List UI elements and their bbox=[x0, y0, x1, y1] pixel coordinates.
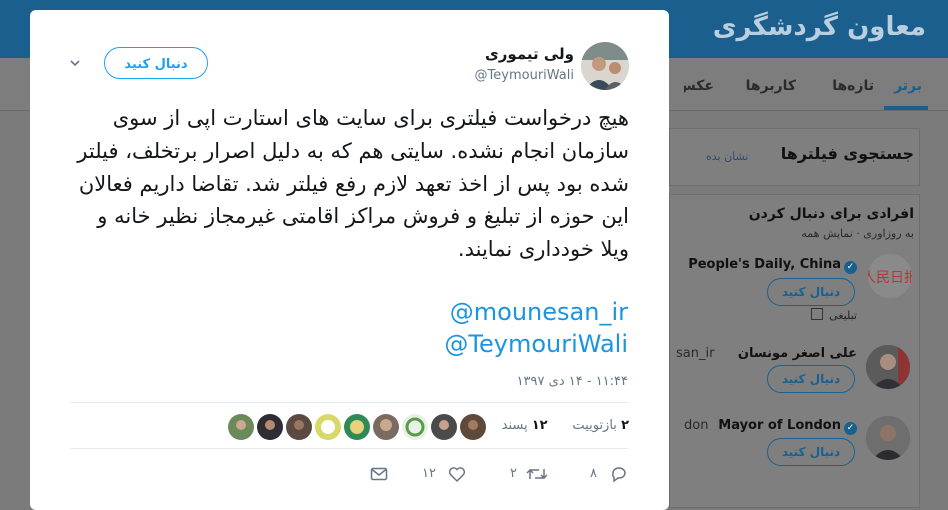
liker-avatar[interactable] bbox=[402, 414, 428, 440]
tweet-modal: ولی تیموری @TeymouriWali دنبال کنید هیچ … bbox=[30, 10, 669, 510]
envelope-icon bbox=[370, 467, 388, 481]
liker-avatar[interactable] bbox=[315, 414, 341, 440]
user-photo-icon bbox=[866, 345, 910, 389]
author-photo-icon bbox=[581, 42, 629, 90]
verified-badge-icon: ✓ bbox=[844, 422, 857, 435]
follow-button[interactable]: دنبال کنید bbox=[104, 47, 208, 79]
tweet-text: هیچ درخواست فیلتری برای سایت های استارت … bbox=[77, 106, 629, 262]
chevron-down-icon[interactable] bbox=[70, 58, 80, 68]
author-avatar[interactable] bbox=[581, 42, 629, 90]
reply-action[interactable]: ۸ bbox=[586, 465, 632, 485]
liker-avatar[interactable] bbox=[257, 414, 283, 440]
suggested-user-name[interactable]: علی اصغر مونسان bbox=[738, 346, 857, 361]
tweet-timestamp[interactable]: ۱۱:۴۴ - ۱۴ دی ۱۳۹۷ bbox=[517, 374, 628, 389]
like-stat[interactable]: ۱۲ پسند bbox=[502, 418, 548, 433]
author-name[interactable]: ولی تیموری bbox=[485, 45, 574, 63]
follow-button[interactable]: دنبال کنید bbox=[767, 278, 855, 306]
like-action[interactable]: ۱۲ bbox=[422, 465, 468, 485]
follow-button[interactable]: دنبال کنید bbox=[767, 365, 855, 393]
follow-button[interactable]: دنبال کنید bbox=[767, 438, 855, 466]
divider bbox=[70, 402, 629, 403]
peoples-daily-logo-icon: 人民日报 bbox=[868, 254, 912, 298]
direct-message-action[interactable] bbox=[370, 465, 390, 485]
liker-avatar[interactable] bbox=[431, 414, 457, 440]
tab-photos[interactable]: عکس‌ها bbox=[684, 78, 714, 94]
tab-top[interactable]: برتر bbox=[894, 78, 922, 94]
avatar[interactable]: 人民日报 bbox=[868, 254, 912, 298]
suggested-user-handle: don bbox=[684, 418, 709, 433]
verified-badge-icon: ✓ bbox=[844, 261, 857, 274]
search-filters-title: جستجوی فیلترها bbox=[780, 144, 914, 163]
tab-people[interactable]: کاربرها bbox=[746, 78, 796, 94]
search-filters-show-link[interactable]: نشان بده bbox=[706, 150, 748, 163]
retweet-stat[interactable]: ۲ بازتوییت bbox=[572, 418, 629, 433]
active-tab-indicator bbox=[884, 106, 928, 110]
tab-latest[interactable]: تازه‌ها bbox=[832, 78, 874, 94]
site-title: معاون گردشگری bbox=[712, 12, 926, 42]
liker-avatar[interactable] bbox=[228, 414, 254, 440]
promoted-icon bbox=[810, 308, 823, 320]
user-photo-icon bbox=[866, 416, 910, 460]
retweet-icon bbox=[526, 468, 548, 480]
reply-icon bbox=[612, 467, 626, 483]
suggested-user-name[interactable]: ✓People's Daily, China bbox=[688, 257, 857, 274]
divider bbox=[70, 448, 629, 449]
who-to-follow-links[interactable]: به روزاوری · نمایش همه bbox=[801, 227, 914, 240]
liker-avatar[interactable] bbox=[460, 414, 486, 440]
mention-link[interactable]: @TeymouriWali bbox=[444, 330, 628, 358]
who-to-follow-title: افرادی برای دنبال کردن bbox=[748, 206, 914, 222]
avatar[interactable] bbox=[866, 416, 910, 460]
suggested-user-name[interactable]: ✓Mayor of London bbox=[718, 418, 857, 435]
tweet-stats: ۲ بازتوییت ۱۲ پسند bbox=[502, 418, 629, 433]
liker-avatar[interactable] bbox=[286, 414, 312, 440]
liker-avatar[interactable] bbox=[344, 414, 370, 440]
heart-icon bbox=[448, 467, 466, 483]
liker-avatar[interactable] bbox=[373, 414, 399, 440]
avatar[interactable] bbox=[866, 345, 910, 389]
promoted-label: تبلیغی bbox=[810, 308, 857, 322]
mention-link[interactable]: @mounesan_ir bbox=[450, 298, 628, 326]
retweet-action[interactable]: ۲ bbox=[506, 465, 552, 485]
svg-text:人民日报: 人民日报 bbox=[868, 270, 912, 286]
suggested-user-handle: san_ir bbox=[676, 346, 715, 361]
author-handle[interactable]: @TeymouriWali bbox=[475, 68, 574, 83]
